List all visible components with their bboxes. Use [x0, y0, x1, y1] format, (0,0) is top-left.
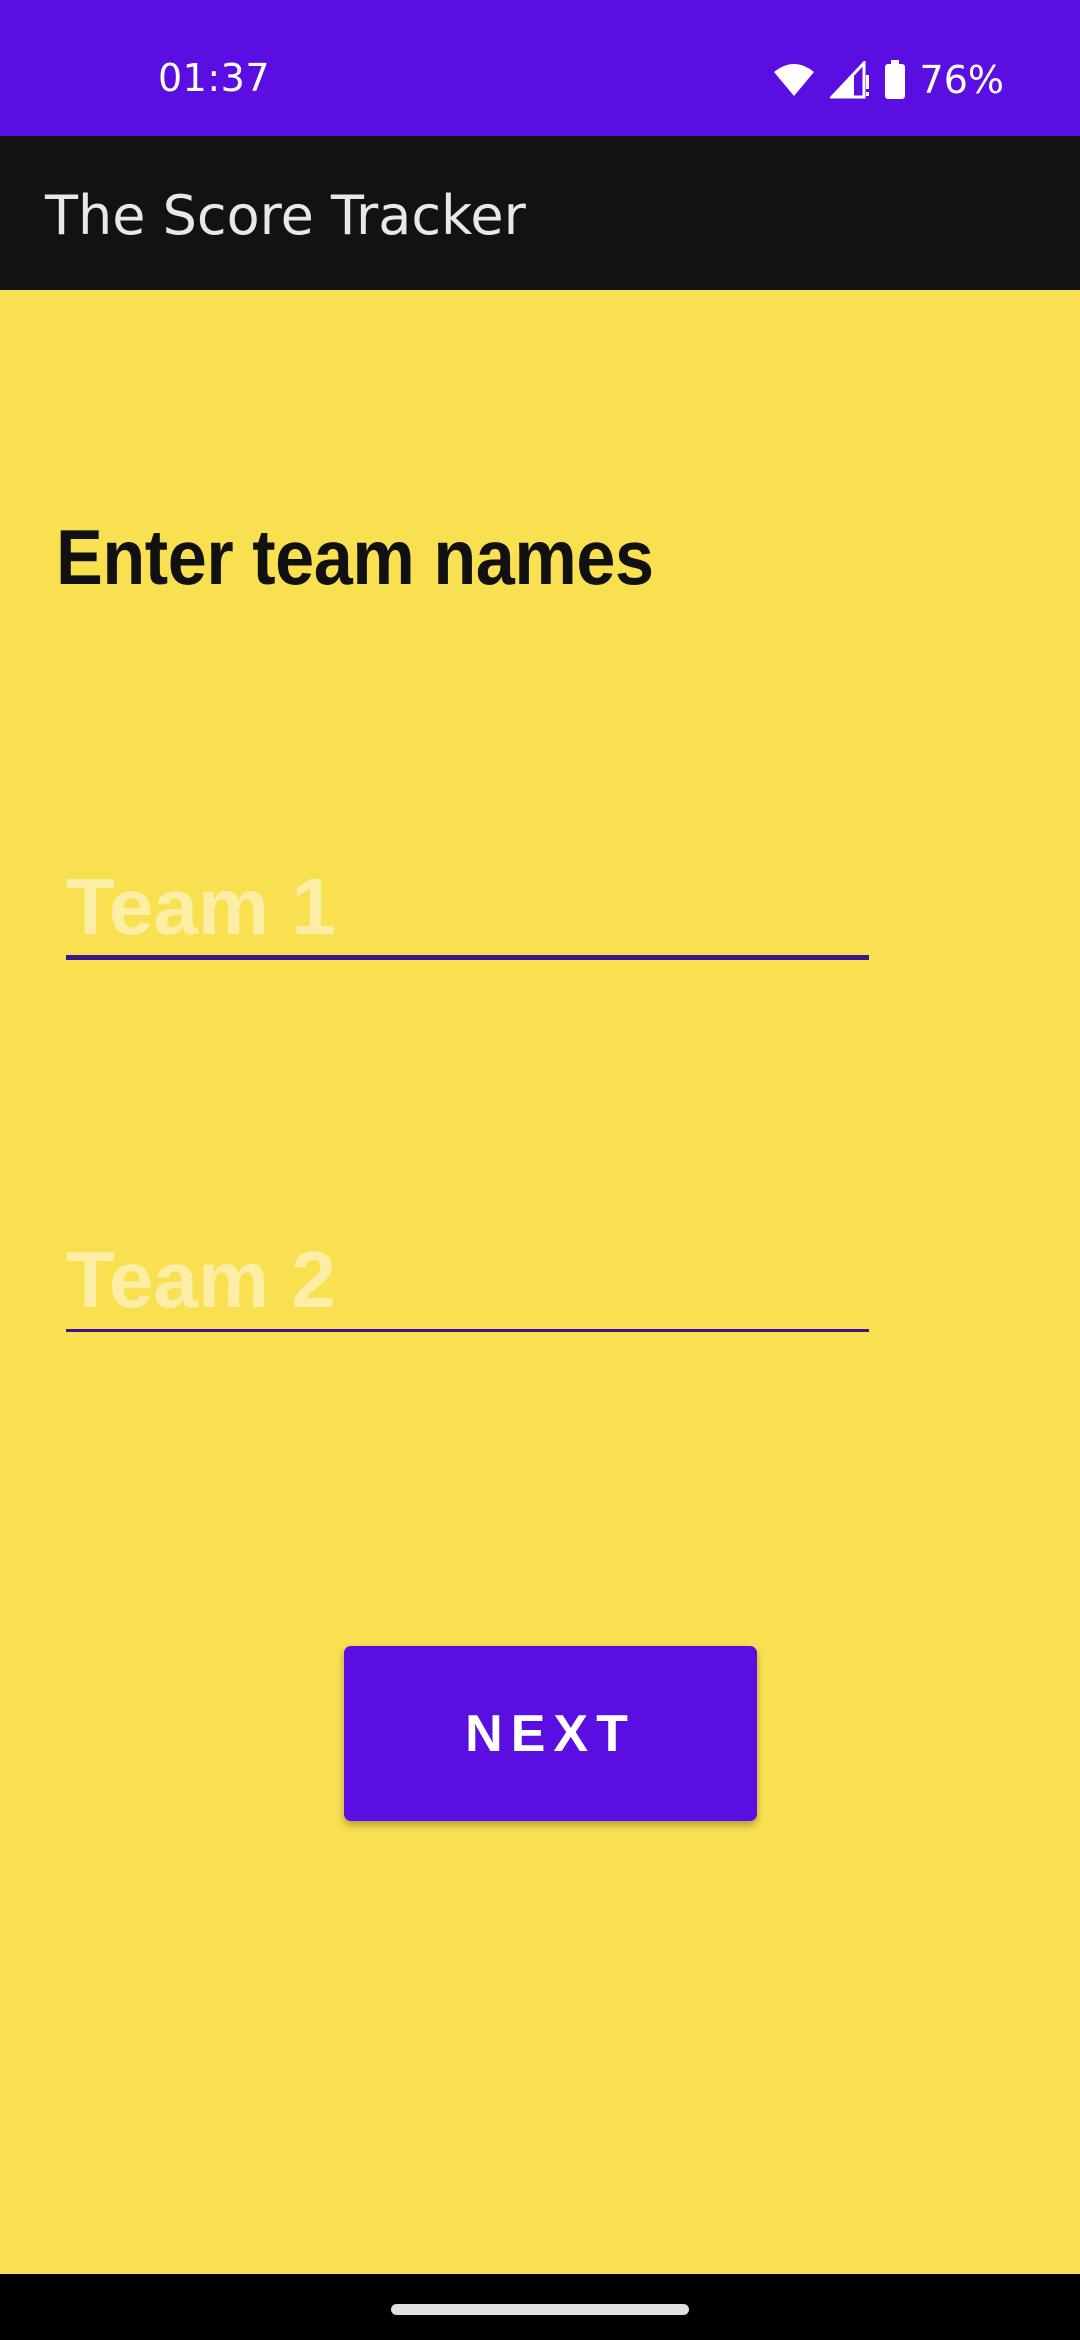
battery-icon — [884, 60, 906, 100]
page-heading: Enter team names — [56, 513, 654, 601]
main-content: Enter team names NEXT — [0, 290, 1080, 2274]
navigation-bar — [0, 2274, 1080, 2340]
team1-input[interactable] — [66, 840, 869, 960]
home-indicator[interactable] — [391, 2304, 689, 2315]
status-bar: 01:37 76% — [0, 0, 1080, 136]
status-icons: 76% — [772, 56, 1004, 104]
team2-field — [66, 1212, 869, 1332]
status-time: 01:37 — [158, 56, 271, 100]
app-bar: The Score Tracker — [0, 136, 1080, 290]
signal-icon — [829, 61, 870, 99]
team2-input[interactable] — [66, 1212, 869, 1332]
battery-percent: 76% — [919, 58, 1004, 102]
wifi-icon — [772, 62, 816, 98]
team1-field — [66, 840, 869, 960]
app-title: The Score Tracker — [45, 184, 526, 247]
next-button[interactable]: NEXT — [344, 1646, 757, 1821]
